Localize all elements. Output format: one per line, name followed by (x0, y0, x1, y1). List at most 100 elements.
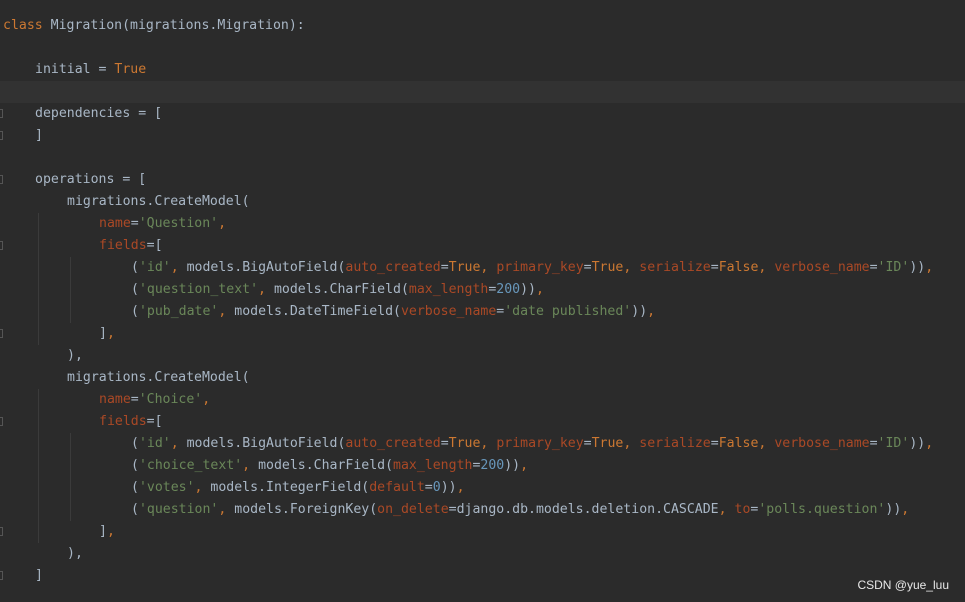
code-token: ] (35, 128, 43, 143)
code-line[interactable]: operations = [ (0, 169, 965, 191)
code-token: 'question_text' (138, 282, 259, 297)
code-token: , (170, 436, 179, 451)
code-token: = (440, 436, 449, 451)
code-line[interactable]: ('id', models.BigAutoField(auto_created=… (0, 257, 965, 279)
code-line[interactable]: ('question_text', models.CharField(max_l… (0, 279, 965, 301)
code-line[interactable]: ] (0, 125, 965, 147)
code-token: )) (885, 502, 902, 517)
code-text: ], (99, 323, 115, 345)
code-line[interactable]: migrations.CreateModel( (0, 367, 965, 389)
code-token: = (710, 260, 719, 275)
code-line[interactable]: ('pub_date', models.DateTimeField(verbos… (0, 301, 965, 323)
code-token: default (369, 480, 425, 495)
code-token: =[ (146, 238, 163, 253)
code-token: False (718, 436, 759, 451)
code-line[interactable]: fields=[ (0, 235, 965, 257)
code-line[interactable]: ), (0, 345, 965, 367)
code-token: models.ForeignKey( (226, 502, 378, 517)
fold-marker-icon[interactable] (0, 527, 3, 536)
fold-marker-icon[interactable] (0, 109, 3, 118)
code-editor[interactable]: class Migration(migrations.Migration): in… (0, 0, 965, 602)
code-token: ] (99, 524, 107, 539)
code-token: , (218, 216, 227, 231)
code-line[interactable]: name='Question', (0, 213, 965, 235)
code-text: dependencies = [ (35, 103, 162, 125)
code-line[interactable]: ], (0, 323, 965, 345)
indent-guide (38, 389, 39, 543)
code-token: = (710, 436, 719, 451)
fold-marker-icon[interactable] (0, 241, 3, 250)
code-token: fields (99, 414, 147, 429)
fold-marker-icon[interactable] (0, 131, 3, 140)
code-token: class (3, 18, 43, 33)
code-token: , (202, 392, 211, 407)
code-token: models.CharField( (266, 282, 409, 297)
code-token: to (734, 502, 751, 517)
code-token: ( (131, 304, 139, 319)
code-token: , (901, 502, 910, 517)
code-line[interactable]: fields=[ (0, 411, 965, 433)
code-token: 'pub_date' (138, 304, 219, 319)
code-text: ('votes', models.IntegerField(default=0)… (131, 477, 465, 499)
code-token: ] (35, 568, 43, 583)
code-token: max_length (408, 282, 489, 297)
code-token: models.IntegerField( (202, 480, 370, 495)
code-token: , (718, 502, 727, 517)
code-token: verbose_name (774, 260, 870, 275)
code-text: name='Choice', (99, 389, 210, 411)
code-line[interactable]: initial = True (0, 59, 965, 81)
code-token: ( (131, 436, 139, 451)
code-token: , (925, 260, 934, 275)
code-token: auto_created (345, 436, 441, 451)
code-line[interactable]: ] (0, 565, 965, 587)
code-line[interactable]: class Migration(migrations.Migration): (0, 15, 965, 37)
code-text: ('question', models.ForeignKey(on_delete… (131, 499, 909, 521)
fold-marker-icon[interactable] (0, 175, 3, 184)
code-line[interactable]: migrations.CreateModel( (0, 191, 965, 213)
code-token: verbose_name (400, 304, 497, 319)
code-token: , (520, 458, 529, 473)
code-token: auto_created (345, 260, 441, 275)
code-token: migrations.CreateModel( (67, 194, 250, 209)
code-token: 'polls.question' (758, 502, 886, 517)
code-token: ( (131, 480, 139, 495)
code-token: serialize (639, 436, 711, 451)
code-token: ( (131, 458, 139, 473)
code-token: , (258, 282, 266, 297)
code-text: operations = [ (35, 169, 146, 191)
code-token: 'date published' (504, 304, 632, 319)
code-line[interactable]: ('id', models.BigAutoField(auto_created=… (0, 433, 965, 455)
code-token: max_length (393, 458, 473, 473)
code-text: ('choice_text', models.CharField(max_len… (131, 455, 528, 477)
code-line[interactable]: ('votes', models.IntegerField(default=0)… (0, 477, 965, 499)
fold-marker-icon[interactable] (0, 329, 3, 338)
code-line[interactable]: ('choice_text', models.CharField(max_len… (0, 455, 965, 477)
code-token: = (583, 436, 592, 451)
code-token: models.DateTimeField( (226, 304, 401, 319)
code-token: primary_key (496, 436, 584, 451)
code-token: verbose_name (774, 436, 870, 451)
code-line[interactable] (0, 147, 965, 169)
code-token: dependencies = [ (35, 106, 163, 121)
code-token: , (170, 260, 179, 275)
code-text: fields=[ (99, 411, 163, 433)
code-token: True (591, 260, 624, 275)
code-line[interactable]: ], (0, 521, 965, 543)
code-text: ('id', models.BigAutoField(auto_created=… (131, 257, 933, 279)
code-token: = (440, 260, 449, 275)
code-line[interactable]: dependencies = [ (0, 103, 965, 125)
code-line[interactable]: ('question', models.ForeignKey(on_delete… (0, 499, 965, 521)
code-line[interactable]: name='Choice', (0, 389, 965, 411)
code-line[interactable] (0, 81, 965, 103)
code-text: ), (67, 543, 83, 565)
code-token: True (448, 260, 481, 275)
code-text: name='Question', (99, 213, 226, 235)
fold-marker-icon[interactable] (0, 417, 3, 426)
code-line[interactable]: ), (0, 543, 965, 565)
fold-marker-icon[interactable] (0, 571, 3, 580)
code-line[interactable] (0, 37, 965, 59)
code-token: 'question' (138, 502, 219, 517)
code-text: ] (35, 125, 43, 147)
code-token: 0 (432, 480, 441, 495)
